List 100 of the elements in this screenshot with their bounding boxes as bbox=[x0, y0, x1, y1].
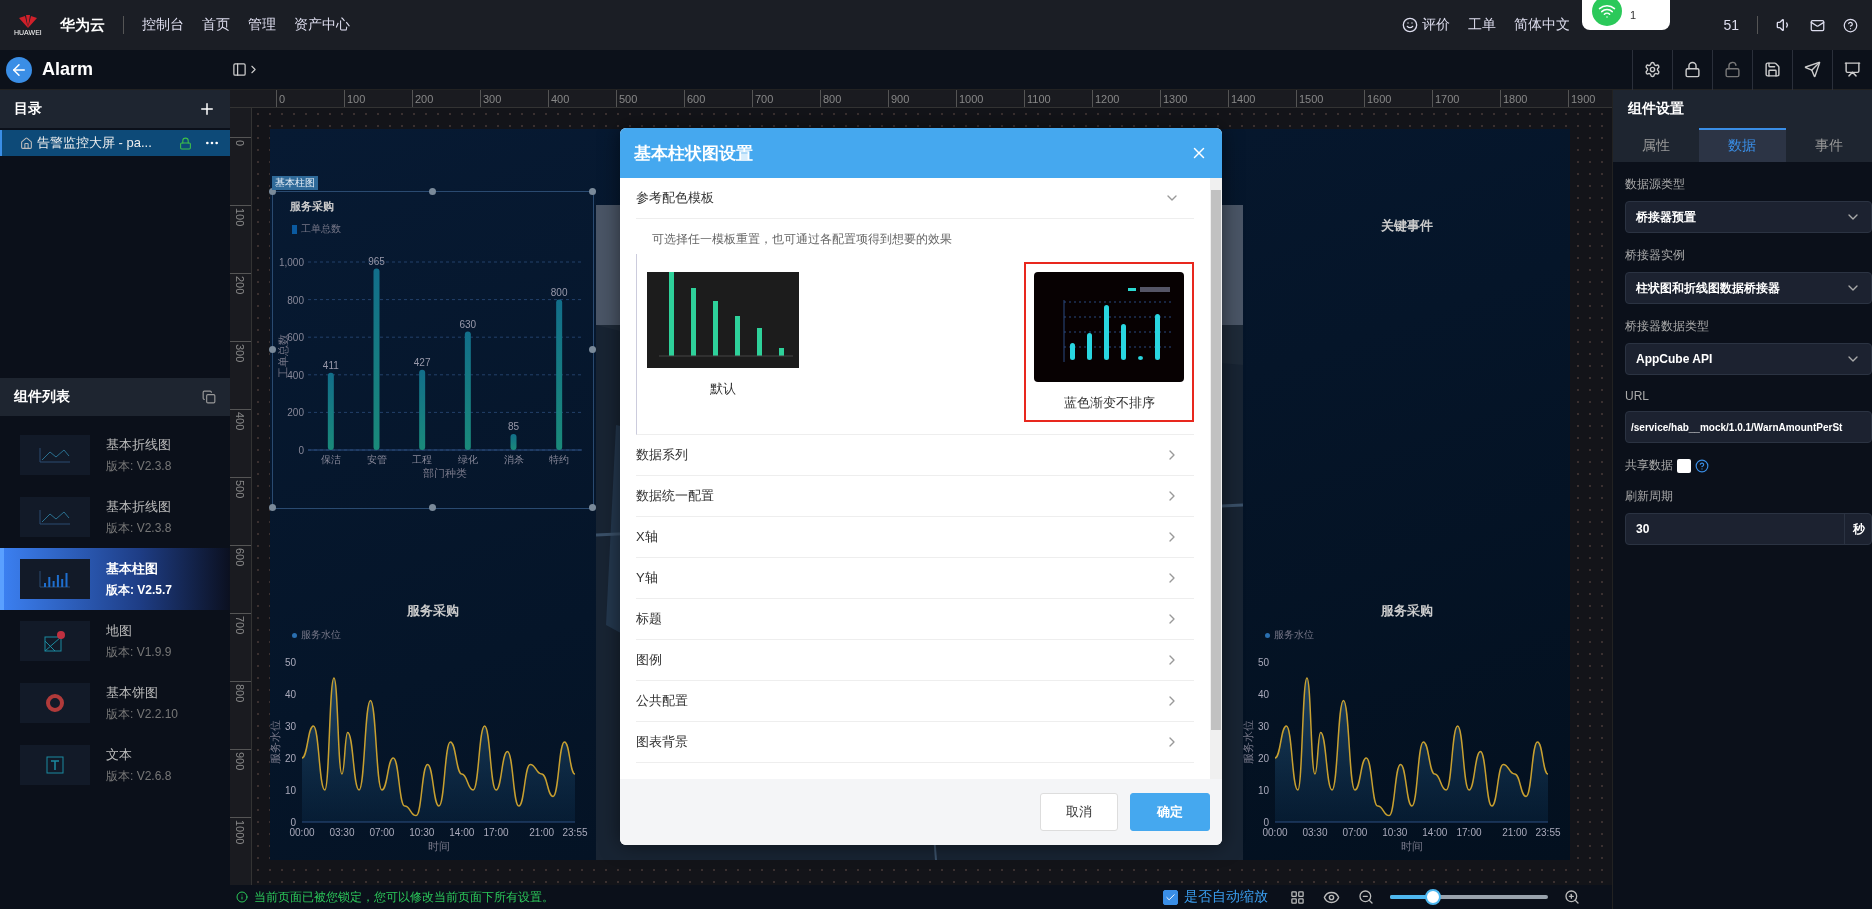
select-field[interactable]: 桥接器预置 bbox=[1625, 201, 1872, 233]
axis-tick-label: 10 bbox=[284, 785, 296, 796]
auto-zoom-checkbox[interactable] bbox=[1163, 889, 1178, 905]
bar bbox=[691, 288, 696, 356]
component-item[interactable]: 基本饼图 版本: V2.2.10 bbox=[0, 672, 230, 734]
cancel-button[interactable]: 取消 bbox=[1040, 793, 1118, 831]
axis-tick-label: 1,000 bbox=[278, 257, 304, 268]
floppy-icon bbox=[1764, 61, 1781, 78]
input-field[interactable]: 30 秒 bbox=[1625, 513, 1872, 545]
panel-icon[interactable] bbox=[232, 62, 247, 77]
bar bbox=[1104, 305, 1109, 360]
ruler-label: 300 bbox=[480, 90, 548, 107]
zoom-out-icon bbox=[1358, 889, 1374, 905]
resize-handle[interactable] bbox=[589, 346, 596, 353]
resize-handle[interactable] bbox=[429, 504, 436, 511]
ruler-label: 1000 bbox=[956, 90, 1024, 107]
component-item[interactable]: 基本折线图 版本: V2.3.8 bbox=[0, 486, 230, 548]
axis-tick-label: 30 bbox=[284, 721, 296, 732]
scrollbar-thumb[interactable] bbox=[1211, 190, 1221, 730]
component-version: 版本: V2.3.8 bbox=[106, 519, 172, 537]
panel-title: 组件列表 bbox=[14, 388, 70, 406]
component-item[interactable]: 地图 版本: V1.9.9 bbox=[0, 610, 230, 672]
legend-swatch bbox=[292, 224, 297, 234]
checkbox-label: 是否自动缩放 bbox=[1184, 888, 1268, 906]
tab[interactable]: 事件 bbox=[1785, 128, 1872, 162]
back-button[interactable] bbox=[6, 56, 32, 83]
user-menu[interactable]: 51 bbox=[1723, 17, 1739, 33]
map-pin-icon bbox=[43, 629, 67, 653]
add-icon[interactable] bbox=[198, 100, 216, 118]
rate-link[interactable]: 评价 bbox=[1422, 16, 1451, 34]
axis-tick-label: 10:30 bbox=[1382, 827, 1408, 838]
nav-link[interactable]: 资产中心 bbox=[293, 16, 350, 34]
axis-tick-label: 0 bbox=[298, 445, 304, 456]
component-name: 文本 bbox=[106, 745, 133, 764]
ruler-label: 1500 bbox=[1296, 90, 1364, 107]
ruler-label: 0 bbox=[276, 90, 344, 107]
slider-thumb[interactable] bbox=[1424, 889, 1441, 905]
tab[interactable]: 属性 bbox=[1613, 128, 1700, 162]
chart-title: 服务采购 bbox=[1380, 602, 1433, 620]
component-name: 基本折线图 bbox=[106, 435, 172, 454]
axis-tick-label: 20 bbox=[1257, 753, 1269, 764]
axis-title: 服务水位 bbox=[270, 720, 281, 764]
selection-frame[interactable] bbox=[272, 191, 594, 509]
nav-link[interactable]: 首页 bbox=[201, 16, 230, 34]
component-name: 基本柱图 bbox=[106, 559, 159, 578]
axis-tick-label: 00:00 bbox=[1262, 827, 1288, 838]
component-name: 基本折线图 bbox=[106, 497, 172, 516]
help-icon[interactable] bbox=[1695, 458, 1709, 473]
axis-tick-label: 400 bbox=[287, 369, 304, 381]
axis-tick-label: 07:00 bbox=[1342, 827, 1368, 838]
resize-handle[interactable] bbox=[589, 188, 596, 195]
ruler-label: 600 bbox=[684, 90, 752, 107]
field-label: 桥接器实例 bbox=[1625, 247, 1686, 264]
axis-tick-label: 安管 bbox=[366, 454, 387, 465]
component-name: 基本饼图 bbox=[106, 683, 159, 702]
nav-link[interactable]: 控制台 bbox=[141, 16, 184, 34]
axis-tick-label: 23:55 bbox=[1535, 827, 1561, 838]
component-version: 版本: V2.5.7 bbox=[106, 581, 173, 599]
ruler-label: 500 bbox=[234, 480, 246, 499]
axis-tick-label: 保洁 bbox=[320, 454, 341, 465]
component-item[interactable]: 基本折线图 版本: V2.3.8 bbox=[0, 424, 230, 486]
tree-item[interactable]: 告警监控大屏 - pa... bbox=[0, 130, 230, 156]
lock-icon bbox=[179, 136, 192, 150]
checkbox[interactable] bbox=[1677, 458, 1691, 473]
component-name: 地图 bbox=[106, 621, 133, 640]
tab[interactable]: 数据 bbox=[1699, 128, 1786, 162]
select-field[interactable]: 柱状图和折线图数据桥接器 bbox=[1625, 272, 1872, 304]
nav-link[interactable]: 管理 bbox=[247, 16, 276, 34]
component-item[interactable]: 文本 版本: V2.6.8 bbox=[0, 734, 230, 796]
axis-tick-label: 消杀 bbox=[503, 454, 524, 465]
axis-tick-label: 20 bbox=[284, 753, 296, 764]
mail-icon[interactable] bbox=[1810, 17, 1825, 33]
resize-handle[interactable] bbox=[589, 504, 596, 511]
bar bbox=[1138, 356, 1143, 360]
resize-handle[interactable] bbox=[269, 346, 276, 353]
language-menu[interactable]: 简体中文 bbox=[1514, 16, 1571, 34]
ticket-link[interactable]: 工单 bbox=[1468, 16, 1497, 34]
resize-handle[interactable] bbox=[269, 504, 276, 511]
axis-tick-label: 40 bbox=[1257, 689, 1269, 700]
axis-tick-label: 03:30 bbox=[329, 827, 355, 838]
legend-label: 服务水位 bbox=[301, 628, 341, 642]
line-chart-icon bbox=[38, 446, 72, 464]
component-item[interactable]: 基本柱图 版本: V2.5.7 bbox=[0, 548, 230, 610]
template-option[interactable]: 蓝色渐变不排序 bbox=[1024, 262, 1194, 422]
data-label: 800 bbox=[550, 286, 568, 298]
legend-dot bbox=[1265, 632, 1270, 638]
bar bbox=[779, 348, 784, 356]
resize-handle[interactable] bbox=[269, 188, 276, 195]
component-version: 版本: V2.2.10 bbox=[106, 705, 179, 723]
copy-icon[interactable] bbox=[202, 390, 216, 404]
resize-handle[interactable] bbox=[429, 188, 436, 195]
smiley-icon bbox=[1402, 17, 1419, 33]
field-label: 桥接器数据类型 bbox=[1625, 318, 1710, 335]
select-field[interactable]: AppCube API bbox=[1625, 343, 1872, 375]
axis-tick-label: 23:55 bbox=[562, 827, 588, 838]
axis-tick-label: 50 bbox=[284, 657, 296, 668]
screen-icon bbox=[1844, 61, 1861, 78]
bar-chart-icon bbox=[38, 569, 72, 589]
ruler-label: 100 bbox=[234, 208, 246, 227]
input-field[interactable]: /service/hab__mock/1.0.1/WarnAmountPerSt bbox=[1625, 411, 1872, 443]
